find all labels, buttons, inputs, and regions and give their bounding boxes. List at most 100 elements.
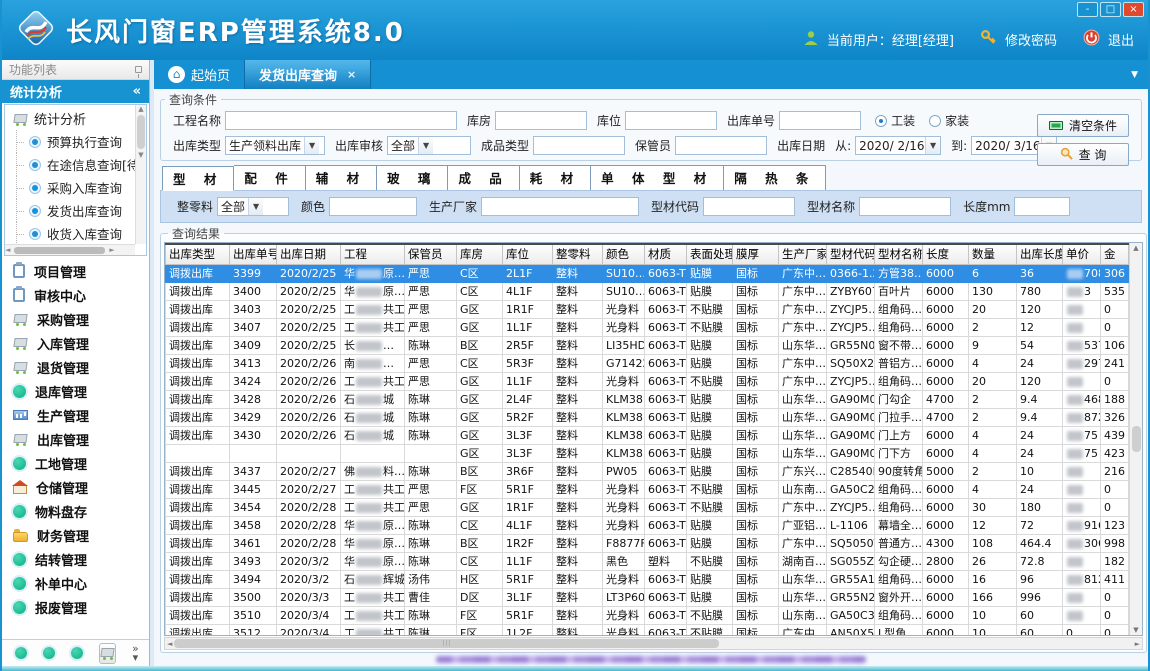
location-input[interactable]: [625, 111, 717, 130]
shortcut-dot-icon[interactable]: [71, 647, 83, 659]
material-tab[interactable]: 配 件: [234, 165, 305, 190]
project-name-input[interactable]: [225, 111, 457, 130]
material-tab[interactable]: 玻 璃: [377, 165, 448, 190]
radio-jiazhuang[interactable]: 家装: [929, 112, 969, 129]
radio-gongzhuang[interactable]: 工装: [875, 112, 915, 129]
sidebar-item-补单中心[interactable]: 补单中心: [2, 571, 149, 595]
table-row[interactable]: 调拨出库34002020/2/25华原…严思C区4L1F整料SU10…6063-…: [166, 282, 1129, 300]
table-row[interactable]: 调拨出库34582020/2/28华原…陈琳C区4L1F整料光身料6063-T5…: [166, 516, 1129, 534]
sidebar-item-物料盘存[interactable]: 物料盘存: [2, 499, 149, 523]
column-header[interactable]: 金: [1101, 244, 1129, 264]
tab-shipment-outbound-query[interactable]: 发货出库查询 ×: [244, 60, 371, 89]
sidebar-item-退库管理[interactable]: 退库管理: [2, 379, 149, 403]
profile-code-input[interactable]: [703, 197, 795, 216]
manufacturer-input[interactable]: [481, 197, 639, 216]
sidebar-item-工地管理[interactable]: 工地管理: [2, 451, 149, 475]
tab-close-icon[interactable]: ×: [347, 68, 356, 81]
column-header[interactable]: 数量: [969, 244, 1017, 264]
color-input[interactable]: [329, 197, 417, 216]
out-audit-select[interactable]: 全部▼: [387, 136, 471, 155]
tree-horizontal-scrollbar[interactable]: ◄►: [5, 244, 135, 255]
column-header[interactable]: 生产厂家: [779, 244, 827, 264]
table-row[interactable]: 调拨出库34242020/2/26工共工程严思G区1L1F整料光身料6063-T…: [166, 372, 1129, 390]
grid-vertical-scrollbar[interactable]: ▲▼: [1129, 243, 1142, 635]
grid-horizontal-scrollbar[interactable]: ◄|||►: [164, 637, 1143, 650]
material-tab[interactable]: 辅 材: [306, 165, 377, 190]
keeper-input[interactable]: [675, 136, 767, 155]
order-no-input[interactable]: [779, 111, 861, 130]
product-type-input[interactable]: [533, 136, 625, 155]
table-row[interactable]: 调拨出库35122020/3/4工共工程陈琳F区1L2F整料光身料6063-T5…: [166, 624, 1129, 635]
material-tab[interactable]: 型 材: [162, 166, 234, 191]
sidebar-item-项目管理[interactable]: 项目管理: [2, 259, 149, 283]
table-row[interactable]: 调拨出库34942020/3/2石辉城汤伟H区5R1F整料光身料6063-T5贴…: [166, 570, 1129, 588]
tree-item[interactable]: 收货入库查询: [5, 222, 135, 244]
collapse-icon[interactable]: «: [133, 84, 141, 99]
cart-shortcut-button[interactable]: [99, 643, 116, 664]
tab-home[interactable]: ⌂ 起始页: [154, 60, 244, 89]
sidebar-item-采购管理[interactable]: 采购管理: [2, 307, 149, 331]
sidebar-item-审核中心[interactable]: 审核中心: [2, 283, 149, 307]
tab-list-caret-icon[interactable]: ▼: [1131, 60, 1148, 89]
column-header[interactable]: 出库单号: [230, 244, 277, 264]
tree-vertical-scrollbar[interactable]: ▲▼: [135, 105, 146, 244]
column-header[interactable]: 表面处理: [687, 244, 733, 264]
material-tab[interactable]: 单 体 型 材: [591, 165, 724, 190]
sidebar-item-入库管理[interactable]: 入库管理: [2, 331, 149, 355]
column-header[interactable]: 库房: [457, 244, 503, 264]
table-row[interactable]: 调拨出库34542020/2/28工共工程严思G区1R1F整料光身料6063-T…: [166, 498, 1129, 516]
sidebar-item-结转管理[interactable]: 结转管理: [2, 547, 149, 571]
table-row[interactable]: 调拨出库34072020/2/25工共工程严思G区1L1F整料光身料6063-T…: [166, 318, 1129, 336]
column-header[interactable]: 单价: [1063, 244, 1101, 264]
tree-item[interactable]: 发货出库查询: [5, 199, 135, 222]
column-header[interactable]: 长度: [923, 244, 969, 264]
column-header[interactable]: 颜色: [603, 244, 645, 264]
column-header[interactable]: 型材名称: [875, 244, 923, 264]
table-row[interactable]: 调拨出库35002020/3/3工共工程曹佳D区3L1F整料LT3P606063…: [166, 588, 1129, 606]
column-header[interactable]: 库位: [503, 244, 553, 264]
whole-part-select[interactable]: 全部▼: [217, 197, 289, 216]
table-row[interactable]: G区3L3F整料KLM38176063-T5贴膜国标山东华…GA90M09…门下…: [166, 444, 1129, 462]
column-header[interactable]: 膜厚: [733, 244, 779, 264]
table-row[interactable]: 调拨出库34092020/2/25长…陈琳B区2R5F整料LI35HD6063-…: [166, 336, 1129, 354]
clear-conditions-button[interactable]: 清空条件: [1037, 114, 1129, 137]
table-row[interactable]: 调拨出库34282020/2/26石城陈琳G区2L4F整料KLM38176063…: [166, 390, 1129, 408]
date-from-picker[interactable]: 2020/ 2/16▼: [855, 136, 941, 155]
table-row[interactable]: 调拨出库35102020/3/4工共工程陈琳F区5R1F整料光身料6063-T5…: [166, 606, 1129, 624]
sidebar-item-报废管理[interactable]: 报废管理: [2, 595, 149, 619]
table-row[interactable]: 调拨出库34132020/2/26南…严思C区5R3F整料G714226063-…: [166, 354, 1129, 372]
material-tab[interactable]: 隔 热 条: [724, 165, 826, 190]
table-row[interactable]: 调拨出库34302020/2/26石城陈琳G区3L3F整料KLM38176063…: [166, 426, 1129, 444]
material-tab[interactable]: 耗 材: [520, 165, 591, 190]
profile-name-input[interactable]: [859, 197, 951, 216]
search-button[interactable]: 查 询: [1037, 143, 1129, 166]
column-header[interactable]: 出库类型: [166, 244, 230, 264]
table-row[interactable]: 调拨出库34452020/2/27工共工程严思F区5R1F整料光身料6063-T…: [166, 480, 1129, 498]
table-row[interactable]: 调拨出库34032020/2/25工共工程严思G区1R1F整料光身料6063-T…: [166, 300, 1129, 318]
table-row[interactable]: 调拨出库34292020/2/26石城陈琳G区5R2F整料KLM38176063…: [166, 408, 1129, 426]
sidebar-item-财务管理[interactable]: 财务管理: [2, 523, 149, 547]
tree-item[interactable]: 预算执行查询: [5, 130, 135, 153]
shortcut-dot-icon[interactable]: [43, 647, 55, 659]
table-row[interactable]: 调拨出库34612020/2/28华原…陈琳B区1R2F整料F8877FT606…: [166, 534, 1129, 552]
warehouse-input[interactable]: [495, 111, 587, 130]
pin-icon[interactable]: [135, 66, 142, 73]
minimize-button[interactable]: -: [1077, 2, 1098, 17]
column-header[interactable]: 型材代码: [827, 244, 875, 264]
logout-link[interactable]: 退出: [1108, 30, 1134, 49]
column-header[interactable]: 出库日期: [277, 244, 341, 264]
table-row[interactable]: 调拨出库33992020/2/25华原…严思C区2L1F整料SU10…6063-…: [166, 264, 1129, 282]
tree-root-node[interactable]: 统计分析: [5, 105, 135, 130]
column-header[interactable]: 出库长度: [1017, 244, 1063, 264]
column-header[interactable]: 材质: [645, 244, 687, 264]
more-items-chevron[interactable]: »▾: [132, 644, 139, 662]
length-input[interactable]: [1014, 197, 1070, 216]
maximize-button[interactable]: □: [1100, 2, 1121, 17]
sidebar-item-退货管理[interactable]: 退货管理: [2, 355, 149, 379]
out-type-select[interactable]: 生产领料出库▼: [225, 136, 325, 155]
table-row[interactable]: 调拨出库34372020/2/27佛料…陈琳B区3R6F整料PW056063-T…: [166, 462, 1129, 480]
shortcut-dot-icon[interactable]: [15, 647, 27, 659]
tree-item[interactable]: 在途信息查询[待: [5, 153, 135, 176]
material-tab[interactable]: 成 品: [448, 165, 519, 190]
column-header[interactable]: 工程: [341, 244, 405, 264]
